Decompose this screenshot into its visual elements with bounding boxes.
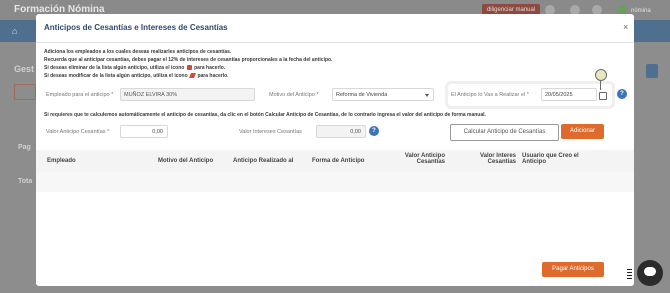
column-header: Valor Interes Cesantias (479, 153, 516, 165)
calc-note: Si requieres que te calculemos automátic… (44, 112, 486, 118)
info-line-3-text: Si deseas eliminar de la lista algún ant… (44, 65, 185, 71)
page-heading: Gest (14, 64, 35, 74)
column-header: Usuario que Creo el Anticipo (522, 153, 579, 165)
reason-label: Motivo del Anticipo * (269, 92, 319, 98)
modal-header: Anticipos de Cesantías e Intereses de Ce… (36, 14, 634, 43)
add-button[interactable]: Adicionar (561, 124, 604, 139)
info-line-4: Si deseas modificar de la lista algún an… (44, 73, 229, 79)
info-suffix-3: para hacerlo. (194, 65, 226, 71)
drag-handle-icon[interactable] (627, 267, 632, 281)
modal-title: Anticipos de Cesantías e Intereses de Ce… (44, 23, 228, 32)
trash-icon (186, 65, 192, 71)
advance-value-input[interactable]: 0,00 (120, 125, 168, 138)
bg-menu-button[interactable] (646, 64, 658, 78)
pay-advances-button[interactable]: Pagar Anticipos (542, 262, 604, 277)
date-input[interactable]: 20/05/2025 (541, 88, 597, 101)
help-icon[interactable]: ? (617, 89, 627, 99)
info-line-2: Recuerda que al anticipar cesantías, deb… (44, 57, 333, 63)
advance-value-label: Valor Anticipo Cesantías * (46, 129, 110, 135)
info-line-4-text: Si deseas modificar de la lista algún an… (44, 73, 188, 79)
home-icon[interactable]: ⌂ (12, 26, 22, 36)
reason-value: Reforma de Vivienda (336, 92, 388, 98)
employee-label: Empleado para el anticipo * (46, 92, 114, 98)
edit-icon (189, 73, 196, 79)
column-header: Anticipo Realizado al (233, 158, 294, 164)
column-header: Valor Anticipo Cesantías (404, 153, 445, 165)
bg-label-pago: Pag (18, 144, 31, 151)
close-icon[interactable]: × (623, 22, 628, 32)
table-header: Empleado Motivo del Anticipo Anticipo Re… (36, 150, 634, 173)
cursor-indicator-line (600, 80, 601, 90)
cursor-indicator-icon (595, 69, 607, 81)
interest-label: Valor Intereses Cesantías (239, 129, 302, 135)
chat-icon (644, 267, 656, 276)
bg-label-total: Tota (18, 178, 33, 185)
calculate-advance-button[interactable]: Calcular Anticipo de Cesantías (450, 124, 559, 141)
table-body (36, 172, 634, 192)
chevron-down-icon (425, 94, 429, 97)
help-icon[interactable]: ? (369, 126, 379, 136)
bg-button[interactable] (14, 84, 36, 100)
advance-modal: Anticipos de Cesantías e Intereses de Ce… (36, 14, 634, 286)
date-label: El Anticipo lo Vas a Realizar el * (451, 92, 529, 98)
column-header: Empleado (47, 158, 76, 164)
info-line-3: Si deseas eliminar de la lista algún ant… (44, 65, 225, 71)
employee-field[interactable]: MUÑOZ ELVIRA 30% (120, 88, 255, 101)
calendar-icon[interactable] (599, 92, 607, 100)
column-header: Motivo del Anticipo (158, 158, 214, 164)
reason-select[interactable]: Reforma de Vivienda (332, 88, 434, 101)
info-suffix-4: para hacerlo. (197, 73, 229, 79)
info-line-1: Adiciona los empleados a los cuales dese… (44, 49, 232, 55)
interest-value-field: 0,00 (316, 125, 366, 138)
column-header: Forma de Anticipo (312, 158, 365, 164)
